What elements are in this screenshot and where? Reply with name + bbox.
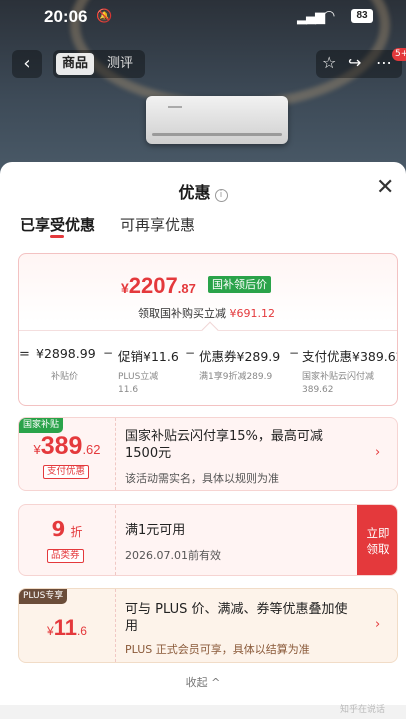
subsidy-subtitle-text: 领取国补购买立减	[138, 307, 226, 320]
currency-symbol: ¥	[33, 442, 41, 457]
coupon-value-decimal: .6	[76, 624, 87, 638]
star-icon[interactable]: ☆	[322, 53, 336, 72]
minus-sign: −	[103, 346, 114, 360]
coupon-card-national-subsidy[interactable]: 国家补贴 ¥389.62 支付优惠 国家补贴云闪付享15%，最高可减1500元 …	[18, 417, 398, 491]
tab-product[interactable]: 商品	[56, 53, 95, 75]
breakdown-amount: ¥2898.99	[36, 346, 96, 361]
coupon-tag: 国家补贴	[19, 418, 64, 433]
product-tabs: 商品 测评	[53, 50, 145, 78]
subsidy-price-tag: 国补领后价	[208, 276, 271, 293]
subsidy-subtitle: 领取国补购买立减 ¥691.12	[138, 305, 275, 321]
sheet-title-text: 优惠	[178, 183, 211, 202]
coupon-value-integer: 11	[53, 615, 77, 640]
breakdown-amount: 优惠券¥289.9	[199, 349, 281, 364]
minus-sign: −	[185, 346, 196, 360]
currency-symbol: ¥	[47, 624, 54, 638]
claim-coupon-button[interactable]: 立即 领取	[357, 505, 397, 575]
breakdown-note: 满1享9折减289.9	[199, 372, 273, 382]
air-conditioner-image	[146, 96, 288, 144]
top-right-tools: ☆ ↪ ⋯	[316, 50, 402, 78]
coupon-value: 9 折	[19, 517, 115, 541]
currency-symbol: ¥	[121, 280, 129, 296]
coupon-value-integer: 389	[40, 432, 83, 460]
coupon-expiry: 2026.07.01前有效	[125, 549, 221, 562]
close-icon[interactable]: ✕	[376, 177, 394, 199]
coupon-card-category: 9 折 品类券 满1元可用 2026.07.01前有效 立即 领取	[18, 504, 398, 576]
chevron-left-icon: ‹	[23, 53, 31, 74]
price-breakdown-card: ¥2207.87 国补领后价 领取国补购买立减 ¥691.12 = ¥2898.…	[18, 253, 398, 406]
coupon-card-plus[interactable]: PLUS专享 ¥11.6 可与 PLUS 价、满减、券等优惠叠加使用 PLUS …	[18, 588, 398, 663]
breakdown-note: 补贴价	[51, 372, 79, 382]
coupon-type-label: 支付优惠	[43, 465, 90, 479]
coupon-description: 国家补贴云闪付享15%，最高可减1500元	[125, 429, 323, 461]
ac-vent	[152, 133, 282, 136]
signal-icon: ▂▄▆	[297, 10, 325, 25]
chevron-right-icon[interactable]: ›	[375, 617, 380, 632]
battery-icon: 83	[351, 9, 373, 23]
coupon-value-integer: 9	[51, 517, 66, 541]
subsidy-saving: ¥691.12	[229, 307, 276, 320]
collapse-button[interactable]: 收起 ^	[0, 674, 406, 690]
dashed-separator	[115, 418, 116, 490]
back-button[interactable]: ‹	[12, 50, 42, 78]
share-icon[interactable]: ↪	[348, 53, 361, 72]
minus-sign: −	[289, 346, 300, 360]
price-integer: 2207	[128, 273, 178, 298]
mute-icon: 🔕	[96, 9, 113, 24]
sheet-title: 优惠 i	[0, 179, 406, 203]
coupon-description: 满1元可用	[125, 523, 186, 538]
status-time: 20:06	[44, 7, 88, 26]
coupon-type-label: 品类券	[47, 549, 84, 563]
coupon-description: 可与 PLUS 价、满减、券等优惠叠加使用	[125, 602, 348, 634]
final-price: ¥2207.87	[121, 273, 196, 299]
tab-enjoyed-discounts[interactable]: 已享受优惠	[20, 214, 95, 235]
price-decimal: .87	[177, 281, 196, 296]
breakdown-amount: 促销¥11.6	[118, 349, 179, 364]
info-icon[interactable]: i	[214, 189, 228, 202]
ac-logo	[168, 106, 182, 108]
wifi-icon: ◠	[323, 8, 336, 24]
breakdown-amount: 支付优惠¥389.62	[302, 349, 398, 364]
coupon-tag: PLUS专享	[19, 589, 68, 604]
caret-pointer	[201, 321, 219, 339]
coupon-note: PLUS 正式会员可享，具体以结算为准	[125, 643, 310, 656]
dashed-separator	[115, 505, 116, 575]
tab-more-discounts[interactable]: 可再享优惠	[120, 214, 195, 235]
chevron-right-icon[interactable]: ›	[375, 445, 380, 460]
status-bar: 20:06 🔕 ▂▄▆ ◠ 83	[0, 0, 406, 36]
equals-sign: =	[19, 347, 30, 362]
discount-sheet: 优惠 i ✕ 已享受优惠 可再享优惠 ¥2207.87 国补领后价 领取国补购买立…	[0, 162, 406, 719]
coupon-value: ¥11.6	[19, 615, 115, 641]
tab-review[interactable]: 测评	[101, 53, 139, 75]
breakdown-note: 国家补贴云闪付减 389.62	[302, 372, 375, 395]
breakdown-note: PLUS立减 11.6	[118, 372, 159, 395]
coupon-value: ¥389.62	[19, 432, 115, 461]
message-badge: 5+	[392, 48, 406, 61]
dashed-separator	[115, 589, 116, 662]
more-icon[interactable]: ⋯	[376, 53, 392, 72]
watermark: 知乎在说话	[340, 705, 386, 715]
coupon-value-decimal: .62	[82, 442, 101, 457]
coupon-value-unit: 折	[70, 525, 83, 539]
coupon-note: 该活动需实名，具体以规则为准	[125, 472, 279, 485]
tab-indicator	[50, 235, 64, 238]
